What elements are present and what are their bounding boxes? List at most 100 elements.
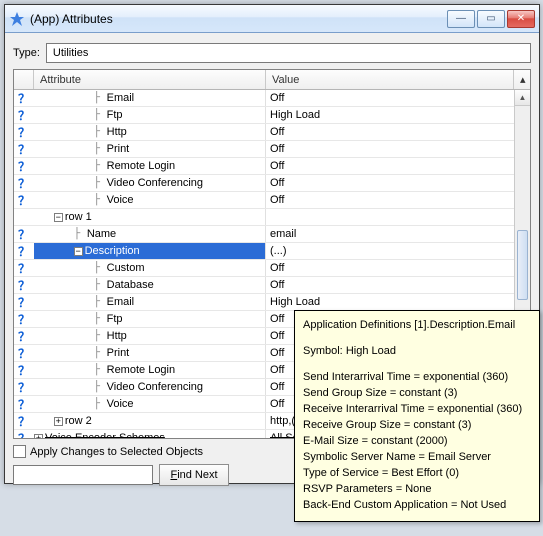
value-cell[interactable]: Off	[266, 141, 514, 157]
help-icon[interactable]: ？	[14, 226, 34, 242]
tooltip-line: Send Interarrival Time = exponential (36…	[303, 369, 531, 385]
help-icon[interactable]: ？	[14, 260, 34, 276]
attribute-label: Print	[107, 143, 130, 155]
help-icon[interactable]: ？	[14, 243, 34, 259]
attribute-cell[interactable]: ├ Remote Login	[34, 158, 266, 174]
attribute-cell[interactable]: ├ Remote Login	[34, 362, 266, 378]
table-row[interactable]: ？ −Description(...)	[14, 243, 530, 260]
help-icon[interactable]: ？	[14, 345, 34, 361]
attribute-cell[interactable]: ├ Print	[34, 141, 266, 157]
help-icon[interactable]: ？	[14, 379, 34, 395]
close-button[interactable]: ✕	[507, 10, 535, 28]
type-field[interactable]	[46, 43, 531, 63]
attribute-label: row 1	[65, 211, 92, 223]
attribute-label: Custom	[107, 262, 145, 274]
help-icon[interactable]: ？	[14, 311, 34, 327]
help-icon[interactable]: ？	[14, 124, 34, 140]
help-icon[interactable]: ？	[14, 362, 34, 378]
value-cell[interactable]: Off	[266, 277, 514, 293]
tooltip-line: Type of Service = Best Effort (0)	[303, 465, 531, 481]
expand-icon[interactable]: +	[54, 417, 63, 426]
collapse-icon[interactable]: −	[54, 213, 63, 222]
attribute-cell[interactable]: +row 2	[34, 413, 266, 429]
value-cell[interactable]: High Load	[266, 107, 514, 123]
value-cell[interactable]: (...)	[266, 243, 514, 259]
help-icon[interactable]: ？	[14, 413, 34, 429]
attribute-cell[interactable]: ├ Video Conferencing	[34, 175, 266, 191]
attribute-cell[interactable]: ├ Email	[34, 294, 266, 310]
table-row[interactable]: ？ ├ VoiceOff	[14, 192, 530, 209]
table-row[interactable]: ？ ├ Nameemail	[14, 226, 530, 243]
attribute-label: Voice Encoder Schemes	[45, 432, 165, 438]
help-icon[interactable]: ？	[14, 294, 34, 310]
help-icon[interactable]: ？	[14, 107, 34, 123]
attribute-cell[interactable]: ├ Ftp	[34, 107, 266, 123]
table-row[interactable]: ？ ├ PrintOff	[14, 141, 530, 158]
attribute-cell[interactable]: ├ Name	[34, 226, 266, 242]
attribute-cell[interactable]: ├ Ftp	[34, 311, 266, 327]
value-cell[interactable]: Off	[266, 192, 514, 208]
tooltip-title: Application Definitions [1].Description.…	[303, 317, 531, 333]
value-cell[interactable]: Off	[266, 260, 514, 276]
table-row[interactable]: ？ ├ Remote LoginOff	[14, 158, 530, 175]
table-row[interactable]: ？ ├ CustomOff	[14, 260, 530, 277]
help-icon[interactable]: ？	[14, 90, 34, 106]
help-icon[interactable]: ？	[14, 328, 34, 344]
attribute-cell[interactable]: ├ Http	[34, 124, 266, 140]
attribute-label: Http	[107, 126, 127, 138]
type-label: Type:	[13, 47, 40, 59]
table-row[interactable]: ？ ├ HttpOff	[14, 124, 530, 141]
attribute-label: Voice	[107, 194, 134, 206]
help-icon[interactable]: ？	[14, 192, 34, 208]
header-help-col[interactable]	[14, 70, 34, 89]
attribute-cell[interactable]: ├ Http	[34, 328, 266, 344]
attribute-cell[interactable]: −Description	[34, 243, 266, 259]
minimize-button[interactable]: —	[447, 10, 475, 28]
expand-icon[interactable]: +	[34, 434, 43, 439]
table-row[interactable]: ？ ├ FtpHigh Load	[14, 107, 530, 124]
attribute-label: Database	[107, 279, 154, 291]
attribute-label: Video Conferencing	[107, 177, 203, 189]
table-row[interactable]: ？ ├ DatabaseOff	[14, 277, 530, 294]
table-row[interactable]: ？ ├ Video ConferencingOff	[14, 175, 530, 192]
scroll-up-button[interactable]: ▲	[515, 90, 530, 106]
help-icon[interactable]: ？	[14, 430, 34, 438]
help-icon[interactable]: ？	[14, 277, 34, 293]
help-icon	[14, 209, 34, 225]
attribute-cell[interactable]: ├ Email	[34, 90, 266, 106]
find-next-button[interactable]: Find Next	[159, 464, 229, 486]
help-icon[interactable]: ？	[14, 158, 34, 174]
checkbox-icon	[13, 445, 26, 458]
value-cell[interactable]: Off	[266, 124, 514, 140]
value-cell[interactable]: email	[266, 226, 514, 242]
value-cell[interactable]: Off	[266, 175, 514, 191]
value-cell[interactable]	[266, 209, 514, 225]
attribute-cell[interactable]: ├ Custom	[34, 260, 266, 276]
help-icon[interactable]: ？	[14, 141, 34, 157]
collapse-icon[interactable]: −	[74, 247, 83, 256]
help-icon[interactable]: ？	[14, 175, 34, 191]
table-row[interactable]: ？ ├ EmailOff	[14, 90, 530, 107]
title-bar[interactable]: (App) Attributes — ▭ ✕	[5, 5, 539, 33]
attribute-cell[interactable]: −row 1	[34, 209, 266, 225]
attribute-cell[interactable]: ├ Print	[34, 345, 266, 361]
attribute-label: row 2	[65, 415, 92, 427]
attribute-label: Voice	[107, 398, 134, 410]
attribute-cell[interactable]: ├ Voice	[34, 396, 266, 412]
help-icon[interactable]: ？	[14, 396, 34, 412]
find-input[interactable]	[13, 465, 153, 485]
scroll-thumb[interactable]	[517, 230, 528, 300]
attribute-label: Ftp	[107, 109, 123, 121]
attribute-cell[interactable]: ├ Database	[34, 277, 266, 293]
header-value[interactable]: Value	[266, 70, 514, 89]
attribute-cell[interactable]: +Voice Encoder Schemes	[34, 430, 266, 438]
value-cell[interactable]: Off	[266, 90, 514, 106]
maximize-button[interactable]: ▭	[477, 10, 505, 28]
attribute-cell[interactable]: ├ Video Conferencing	[34, 379, 266, 395]
table-row[interactable]: ？ ├ EmailHigh Load	[14, 294, 530, 311]
value-cell[interactable]: Off	[266, 158, 514, 174]
header-attribute[interactable]: Attribute	[34, 70, 266, 89]
attribute-cell[interactable]: ├ Voice	[34, 192, 266, 208]
table-row[interactable]: −row 1	[14, 209, 530, 226]
value-cell[interactable]: High Load	[266, 294, 514, 310]
